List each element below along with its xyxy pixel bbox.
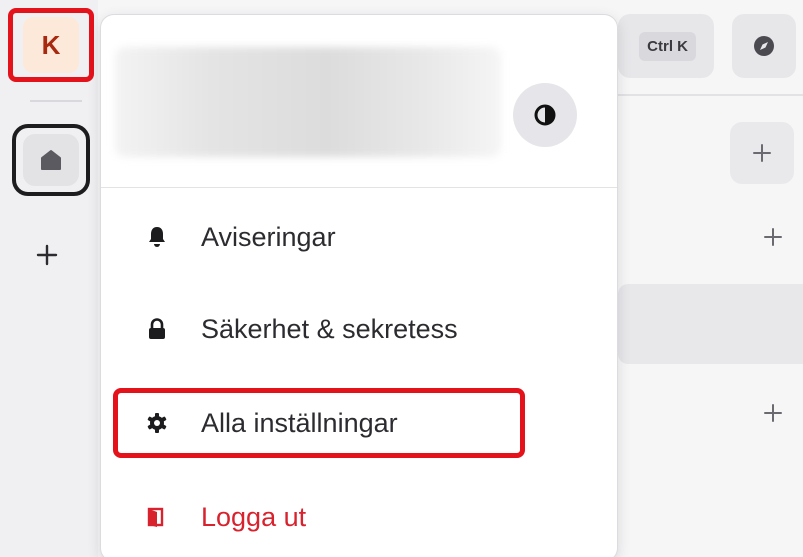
section-add-button[interactable] [758, 222, 788, 252]
add-room-button[interactable] [730, 122, 794, 184]
account-avatar-highlight: K [8, 8, 94, 82]
room-list-item[interactable] [618, 284, 803, 364]
compass-icon [754, 36, 774, 56]
menu-item-label: Säkerhet & sekretess [201, 313, 458, 344]
menu-item-logout[interactable]: Logga ut [115, 485, 519, 549]
lock-icon [139, 318, 175, 340]
add-space-button[interactable] [28, 236, 66, 274]
bell-icon [139, 226, 175, 248]
shortcut-key: Ctrl K [639, 31, 696, 61]
plus-icon [36, 244, 58, 266]
home-button[interactable] [12, 124, 90, 196]
header-divider [618, 94, 803, 96]
search-shortcut-button[interactable]: Ctrl K [618, 14, 714, 78]
menu-divider [101, 187, 617, 188]
plus-icon [753, 144, 771, 162]
account-avatar[interactable]: K [23, 17, 79, 73]
menu-item-label: Logga ut [201, 501, 307, 532]
rail-divider [30, 100, 82, 102]
home-icon [41, 150, 61, 170]
section-add-button[interactable] [758, 398, 788, 428]
theme-toggle-button[interactable] [513, 83, 577, 147]
contrast-icon [534, 104, 556, 126]
gear-icon [139, 412, 175, 434]
logout-icon [139, 507, 175, 527]
menu-item-label: Aviseringar [201, 221, 336, 252]
plus-icon [764, 404, 782, 422]
account-menu: Aviseringar Säkerhet & sekretess Alla in… [100, 14, 618, 557]
left-rail: K [0, 0, 98, 557]
menu-item-all-settings[interactable]: Alla inställningar [115, 391, 519, 455]
explore-button[interactable] [732, 14, 796, 78]
menu-item-notifications[interactable]: Aviseringar [115, 205, 519, 269]
plus-icon [764, 228, 782, 246]
blurred-profile-info [115, 47, 501, 157]
menu-item-security[interactable]: Säkerhet & sekretess [115, 297, 519, 361]
menu-item-label: Alla inställningar [201, 407, 398, 438]
